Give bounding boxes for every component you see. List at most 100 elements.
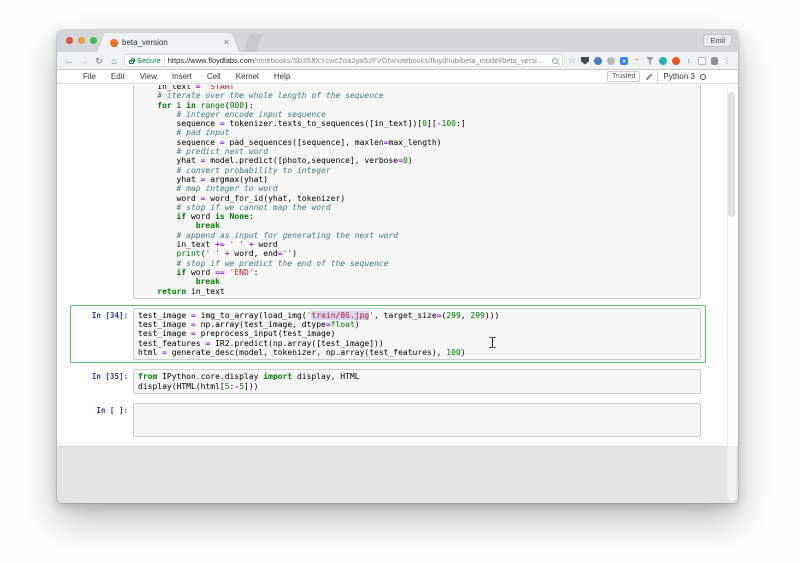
browser-tab[interactable]: beta_version × <box>97 33 239 52</box>
code-line: test_image = np.array(test_image, dtype=… <box>138 320 696 329</box>
code-editor: from IPython.core.display import display… <box>138 372 696 391</box>
cell-input-area[interactable]: test_image = img_to_array(load_img('trai… <box>133 308 701 360</box>
url-host: https://www.floydlabs.com <box>168 56 254 65</box>
address-divider <box>164 56 165 65</box>
jupyter-favicon-icon <box>110 39 118 47</box>
edit-mode-pencil-icon <box>645 73 652 80</box>
code-cell[interactable]: In [34]: test_image = img_to_array(load_i… <box>70 305 706 363</box>
page-extension-icon[interactable] <box>698 57 706 65</box>
page-end-background <box>57 446 738 503</box>
code-line: break <box>138 277 696 286</box>
extensions-row: ~ r ⋮ <box>581 57 731 65</box>
menu-insert[interactable]: Insert <box>172 72 192 81</box>
home-icon[interactable]: ⌂ <box>109 56 119 66</box>
tab-strip: beta_version × Emil <box>57 30 738 52</box>
code-line: for i in range(900): <box>138 101 696 110</box>
code-line: display(HTML(html[5:-5])) <box>138 382 696 391</box>
lock-icon <box>129 60 134 64</box>
gray-extension-icon[interactable] <box>607 57 615 65</box>
code-line: test_image = img_to_array(load_img('trai… <box>138 311 696 320</box>
code-cell[interactable]: In [35]: from IPython.core.display import… <box>70 366 706 397</box>
blue-extension-icon[interactable] <box>594 57 602 65</box>
code-editor: test_image = img_to_array(load_img('trai… <box>138 311 696 357</box>
code-line: yhat = model.predict([photo,sequence], v… <box>138 156 696 165</box>
kernel-name: Python 3 <box>663 72 695 81</box>
code-line: test_features = IR2.predict(np.array([te… <box>138 339 696 348</box>
code-line: in_text += ' ' + word <box>138 240 696 249</box>
code-line: # integer encode input sequence <box>138 110 696 119</box>
teal-extension-icon[interactable] <box>659 57 667 65</box>
code-line: word = word_for_id(yhat, tokenizer) <box>138 194 696 203</box>
cell-prompt <box>75 85 133 88</box>
trusted-button[interactable]: Trusted <box>607 71 640 82</box>
header-divider <box>657 72 658 82</box>
code-line: # predict next word <box>138 147 696 156</box>
code-line: sequence = tokenizer.texts_to_sequences(… <box>138 119 696 128</box>
code-editor: in_text = 'START' # iterate over the who… <box>138 85 696 296</box>
code-cell[interactable]: in_text = 'START' # iterate over the who… <box>70 84 706 302</box>
cell-prompt: In [ ]: <box>75 403 133 415</box>
database-extension-icon[interactable] <box>711 57 718 65</box>
cell-list: in_text = 'START' # iterate over the who… <box>70 84 706 440</box>
jupyter-menubar: File Edit View Insert Cell Kernel Help T… <box>57 70 738 84</box>
notebook-body: in_text = 'START' # iterate over the who… <box>57 84 738 503</box>
code-line: html = generate_desc(model, tokenizer, n… <box>138 348 696 357</box>
code-line <box>138 406 696 415</box>
bookmark-star-icon[interactable]: ☆ <box>568 56 576 65</box>
cell-input-area[interactable]: in_text = 'START' # iterate over the who… <box>133 85 701 299</box>
cell-prompt: In [35]: <box>75 369 133 381</box>
code-line: print(' ' + word, end='') <box>138 249 696 258</box>
zoom-page-icon[interactable] <box>552 58 558 64</box>
code-line: # stop if we predict the end of the sequ… <box>138 259 696 268</box>
orange-extension-icon[interactable] <box>672 57 680 65</box>
code-cell[interactable]: In [ ]: <box>70 400 706 440</box>
fullscreen-window-button[interactable] <box>90 37 97 44</box>
minimize-window-button[interactable] <box>78 37 85 44</box>
translate-extension-icon[interactable] <box>620 57 628 65</box>
code-editor <box>138 406 696 415</box>
browser-toolbar: ← → ↻ ⌂ Secure https://www.floydlabs.com… <box>57 52 738 70</box>
url-path: /notebooks/Sb3S8XYcwcZoa2yaSzFVGh/notebo… <box>254 56 543 65</box>
code-line: from IPython.core.display import display… <box>138 372 696 381</box>
menu-view[interactable]: View <box>140 72 157 81</box>
browser-window: beta_version × Emil ← → ↻ ⌂ Secure https… <box>57 30 738 503</box>
tab-title: beta_version <box>122 38 168 47</box>
code-line: # pad input <box>138 128 696 137</box>
new-tab-button[interactable] <box>243 34 263 52</box>
profile-badge[interactable]: Emil <box>703 34 732 47</box>
code-line: yhat = argmax(yhat) <box>138 175 696 184</box>
kernel-idle-icon <box>700 74 706 80</box>
menu-file[interactable]: File <box>83 72 96 81</box>
shield-extension-icon[interactable] <box>581 57 589 65</box>
cell-input-area[interactable] <box>133 403 701 437</box>
kernel-status-area: Trusted Python 3 <box>607 71 706 82</box>
reload-icon[interactable]: ↻ <box>94 56 104 66</box>
code-line: return in_text <box>138 287 696 296</box>
tab-close-icon[interactable]: × <box>224 38 229 47</box>
url-text: https://www.floydlabs.com/notebooks/Sb3S… <box>168 56 543 65</box>
cell-input-area[interactable]: from IPython.core.display import display… <box>133 369 701 394</box>
r-extension-icon[interactable]: r <box>685 57 693 65</box>
code-line: # iterate over the whole length of the s… <box>138 91 696 100</box>
code-line: sequence = pad_sequences([sequence], max… <box>138 138 696 147</box>
close-window-button[interactable] <box>66 37 73 44</box>
menu-edit[interactable]: Edit <box>111 72 125 81</box>
menu-cell[interactable]: Cell <box>207 72 221 81</box>
code-line: # map integer to word <box>138 184 696 193</box>
squiggle-extension-icon[interactable]: ~ <box>633 57 641 65</box>
code-line: if word == 'END': <box>138 268 696 277</box>
code-line: if word is None: <box>138 212 696 221</box>
browser-menu-icon[interactable]: ⋮ <box>723 57 731 65</box>
filter-extension-icon[interactable] <box>646 57 654 65</box>
menu-help[interactable]: Help <box>274 72 290 81</box>
code-line: test_image = preprocess_input(test_image… <box>138 329 696 338</box>
window-controls <box>66 37 97 44</box>
code-line: # stop if we cannot map the word <box>138 203 696 212</box>
forward-icon[interactable]: → <box>79 56 89 66</box>
address-bar[interactable]: Secure https://www.floydlabs.com/noteboo… <box>124 54 563 67</box>
menu-list: File Edit View Insert Cell Kernel Help <box>83 72 290 81</box>
menu-kernel[interactable]: Kernel <box>236 72 259 81</box>
scrollbar-thumb[interactable] <box>728 92 735 217</box>
cell-prompt: In [34]: <box>75 308 133 320</box>
back-icon[interactable]: ← <box>64 56 74 66</box>
